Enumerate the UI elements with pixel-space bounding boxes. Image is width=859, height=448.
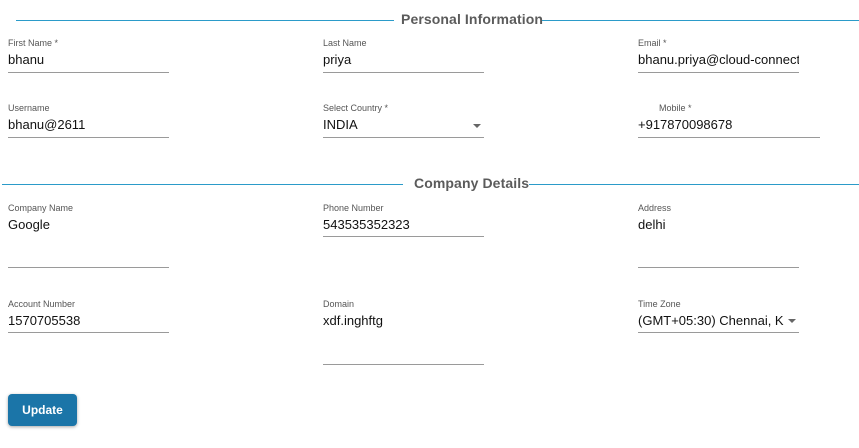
field-underline (638, 137, 820, 138)
account-number-field[interactable]: Account Number 1570705538 (8, 299, 169, 335)
update-button[interactable]: Update (8, 394, 77, 426)
field-label: Account Number (8, 299, 76, 309)
phone-number-input[interactable]: 543535352323 (323, 217, 484, 232)
field-underline (638, 332, 799, 333)
personal-information-header: Personal Information (0, 10, 859, 30)
section-divider-left (2, 184, 403, 185)
field-label: Last Name (323, 38, 367, 48)
company-name-input[interactable]: Google (8, 217, 169, 232)
address-field[interactable]: Address delhi (638, 203, 799, 269)
country-select[interactable]: Select Country * INDIA (323, 103, 484, 139)
first-name-field[interactable]: First Name * bhanu (8, 38, 169, 74)
field-label: Email * (638, 38, 667, 48)
address-input[interactable]: delhi (638, 217, 799, 232)
field-underline (323, 72, 484, 73)
field-label: Domain (323, 299, 355, 309)
field-underline (8, 72, 169, 73)
country-selected-value[interactable]: INDIA (323, 117, 463, 132)
section-title: Company Details (414, 175, 530, 191)
section-title: Personal Information (401, 11, 544, 27)
email-field[interactable]: Email * bhanu.priya@cloud-connect.i (638, 38, 799, 74)
field-label: Company Name (8, 203, 74, 213)
last-name-field[interactable]: Last Name priya (323, 38, 484, 74)
company-name-field[interactable]: Company Name Google (8, 203, 169, 269)
field-underline (323, 364, 484, 365)
domain-field[interactable]: Domain xdf.inghftg (323, 299, 484, 365)
field-underline (638, 267, 799, 268)
mobile-field[interactable]: Mobile * +917870098678 (638, 103, 820, 139)
username-input[interactable]: bhanu@2611 (8, 117, 169, 132)
field-label: Username (8, 103, 50, 113)
field-underline (323, 137, 484, 138)
chevron-down-icon[interactable] (473, 124, 481, 128)
field-underline (8, 267, 169, 268)
field-label: Select Country * (323, 103, 389, 113)
field-label: Phone Number (323, 203, 384, 213)
time-zone-select[interactable]: Time Zone (GMT+05:30) Chennai, K... (638, 299, 799, 335)
field-underline (8, 332, 169, 333)
phone-number-field[interactable]: Phone Number 543535352323 (323, 203, 484, 239)
account-number-input[interactable]: 1570705538 (8, 313, 169, 328)
field-label: First Name * (8, 38, 59, 48)
first-name-input[interactable]: bhanu (8, 52, 169, 67)
field-label: Mobile * (659, 103, 692, 113)
field-label: Address (638, 203, 672, 213)
section-divider-right (542, 20, 859, 21)
field-underline (8, 137, 169, 138)
chevron-down-icon[interactable] (788, 319, 796, 323)
mobile-input[interactable]: +917870098678 (638, 117, 820, 132)
section-divider-left (16, 20, 394, 21)
section-divider-right (529, 184, 859, 185)
field-underline (323, 236, 484, 237)
username-field[interactable]: Username bhanu@2611 (8, 103, 169, 139)
time-zone-selected-value[interactable]: (GMT+05:30) Chennai, K... (638, 313, 784, 328)
domain-input[interactable]: xdf.inghftg (323, 313, 484, 328)
email-input[interactable]: bhanu.priya@cloud-connect.i (638, 52, 799, 67)
field-underline (638, 72, 799, 73)
field-label: Time Zone (638, 299, 681, 309)
last-name-input[interactable]: priya (323, 52, 484, 67)
company-details-header: Company Details (0, 174, 859, 194)
